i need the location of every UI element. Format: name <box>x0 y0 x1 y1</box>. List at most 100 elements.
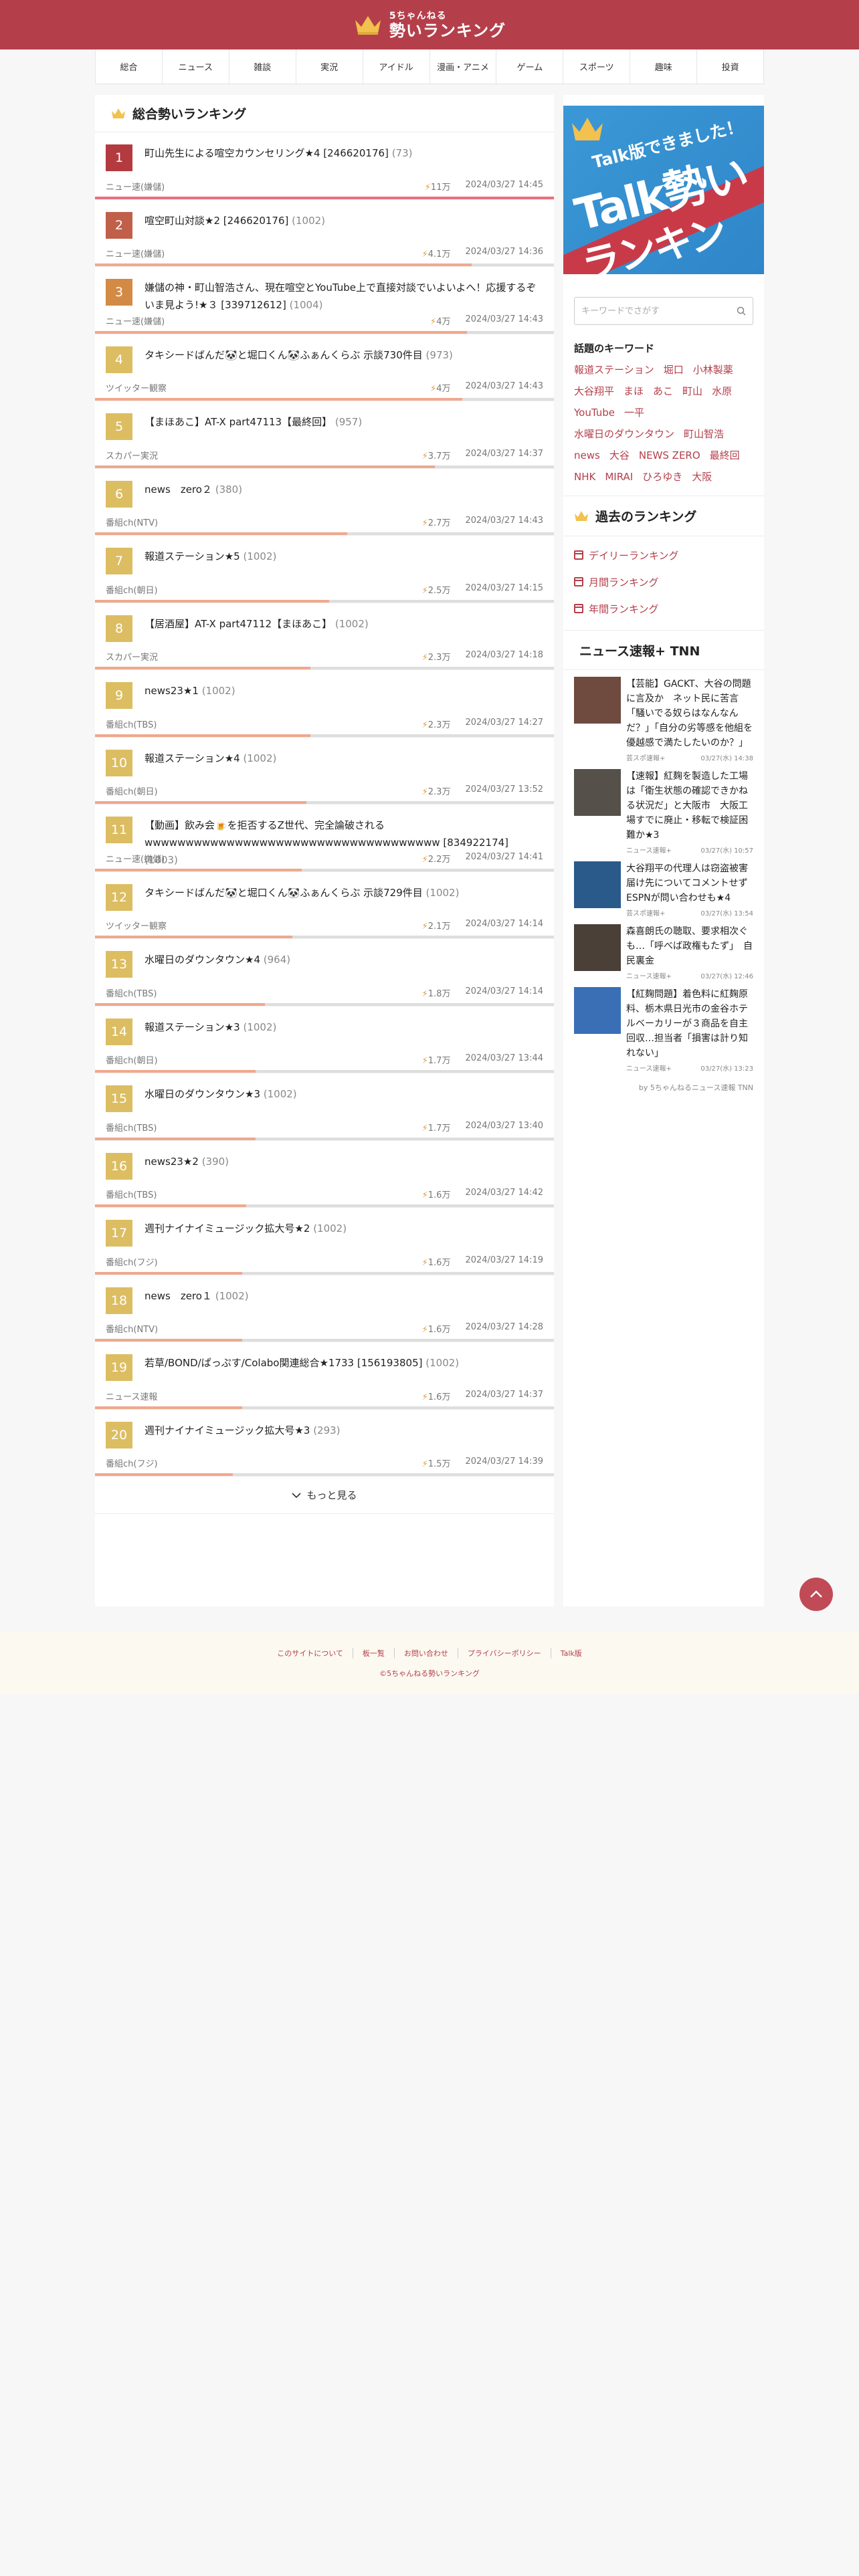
news-item[interactable]: 【紅麹問題】着色料に紅麹原料、栃木県日光市の金谷ホテルベーカリーが３商品を自主回… <box>563 980 764 1073</box>
keyword-link[interactable]: 町山 <box>682 381 702 402</box>
thread-title[interactable]: 水曜日のダウンタウン★4 (964) <box>145 951 541 968</box>
news-headline[interactable]: 大谷翔平の代理人は窃盗被害届け先についてコメントせず ESPNが問い合わせも★4 <box>626 861 757 905</box>
footer-link-boards[interactable]: 板一覧 <box>353 1648 395 1658</box>
board-name[interactable]: ツイッター観察 <box>106 381 167 394</box>
news-headline[interactable]: 【速報】紅麹を製造した工場は「衛生状態の確認できかねる状況だ」と大阪市 大阪工場… <box>626 769 753 843</box>
keyword-link[interactable]: 最終回 <box>710 445 740 466</box>
thread-title[interactable]: 報道ステーション★5 (1002) <box>145 548 541 565</box>
ranking-row[interactable]: 15 水曜日のダウンタウン★3 (1002) 番組ch(TBS) ⚡1.7万 2024/… <box>95 1073 554 1141</box>
thread-title[interactable]: 町山先生による喧空カウンセリング★4 [246620176] (73) <box>145 144 541 162</box>
thread-title[interactable]: 嫌儲の神・町山智浩さん、現在喧空とYouTube上で直接対談でいよいよへ！応援す… <box>145 279 541 314</box>
thread-title[interactable]: news zero２ (380) <box>145 481 541 498</box>
news-thumbnail[interactable] <box>574 924 621 971</box>
thread-title[interactable]: 若草/BOND/ぱっぷす/Colabo関連総合★1733 [156193805]… <box>145 1354 541 1372</box>
ranking-row[interactable]: 18 news zero１ (1002) 番組ch(NTV) ⚡1.6万 2024/03… <box>95 1275 554 1342</box>
news-thumbnail[interactable] <box>574 861 621 908</box>
ranking-row[interactable]: 6 news zero２ (380) 番組ch(NTV) ⚡2.7万 2024/03/2… <box>95 469 554 536</box>
nav-item-chat[interactable]: 雑談 <box>229 49 296 84</box>
news-item[interactable]: 【速報】紅麹を製造した工場は「衛生状態の確認できかねる状況だ」と大阪市 大阪工場… <box>563 762 764 855</box>
board-name[interactable]: ツイッター観察 <box>106 919 167 932</box>
thread-title[interactable]: 喧空町山対談★2 [246620176] (1002) <box>145 212 541 229</box>
ranking-row[interactable]: 11 【動画】飲み会🍺を拒否するZ世代、完全論破される wwwwwwwwwwwww… <box>95 804 554 872</box>
board-name[interactable]: ニュー速(嫌儲) <box>106 852 165 865</box>
thread-title[interactable]: 【まほあこ】AT-X part47113【最終回】 (957) <box>145 413 541 431</box>
board-name[interactable]: 番組ch(朝日) <box>106 583 158 596</box>
keyword-link[interactable]: 大谷翔平 <box>574 381 614 402</box>
thread-title[interactable]: 水曜日のダウンタウン★3 (1002) <box>145 1085 541 1103</box>
board-name[interactable]: 番組ch(TBS) <box>106 718 157 730</box>
nav-item-invest[interactable]: 投資 <box>697 49 765 84</box>
keyword-link[interactable]: NEWS ZERO <box>639 445 700 466</box>
keyword-link[interactable]: NHK <box>574 466 595 488</box>
ranking-row[interactable]: 5 【まほあこ】AT-X part47113【最終回】 (957) スカパー実況 ⚡3… <box>95 401 554 469</box>
talk-banner[interactable]: Talk版できました！ Talk勢い ランキング <box>563 106 764 274</box>
board-name[interactable]: 番組ch(フジ) <box>106 1255 158 1268</box>
news-thumbnail[interactable] <box>574 987 621 1034</box>
nav-item-general[interactable]: 総合 <box>95 49 163 84</box>
ranking-row[interactable]: 3 嫌儲の神・町山智浩さん、現在喧空とYouTube上で直接対談でいよいよへ！応援… <box>95 267 554 334</box>
thread-title[interactable]: タキシードばんだ🐼と堀口くん🐼ふぁんくらぶ 示談729件目 (1002) <box>145 884 541 901</box>
news-headline[interactable]: 【芸能】GACKT、大谷の問題に言及か ネット民に苦言「騒いでる奴らはなんなんだ… <box>626 677 753 750</box>
thread-title[interactable]: news23★2 (390) <box>145 1153 541 1170</box>
footer-link-talk[interactable]: Talk版 <box>551 1648 591 1658</box>
thread-title[interactable]: news zero１ (1002) <box>145 1287 541 1305</box>
more-button[interactable]: もっと見る <box>95 1477 554 1514</box>
ranking-row[interactable]: 13 水曜日のダウンタウン★4 (964) 番組ch(TBS) ⚡1.8万 2024/0… <box>95 939 554 1006</box>
news-item[interactable]: 森喜朗氏の聴取、要求相次ぐも…「呼べば政権もたず」 自民裏金 ニュース速報+ 03/… <box>563 918 764 980</box>
monthly-ranking-link[interactable]: 月間ランキング <box>574 568 753 595</box>
ranking-row[interactable]: 14 報道ステーション★3 (1002) 番組ch(朝日) ⚡1.7万 2024/03/… <box>95 1006 554 1073</box>
site-logo[interactable]: 5ちゃんねる 勢いランキング <box>389 11 506 39</box>
ranking-row[interactable]: 2 喧空町山対談★2 [246620176] (1002) ニュー速(嫌儲) ⚡4.1… <box>95 200 554 267</box>
news-item[interactable]: 【芸能】GACKT、大谷の問題に言及か ネット民に苦言「騒いでる奴らはなんなんだ… <box>563 670 764 762</box>
board-name[interactable]: ニュー速(嫌儲) <box>106 247 165 259</box>
nav-item-game[interactable]: ゲーム <box>496 49 564 84</box>
news-headline[interactable]: 【紅麹問題】着色料に紅麹原料、栃木県日光市の金谷ホテルベーカリーが３商品を自主回… <box>626 987 753 1061</box>
board-name[interactable]: 番組ch(朝日) <box>106 1053 158 1066</box>
keyword-link[interactable]: MIRAI <box>605 466 633 488</box>
news-thumbnail[interactable] <box>574 769 621 816</box>
thread-title[interactable]: 【居酒屋】AT-X part47112【まほあこ】 (1002) <box>145 615 541 633</box>
ranking-row[interactable]: 1 町山先生による喧空カウンセリング★4 [246620176] (73) ニュー速… <box>95 132 554 200</box>
news-headline[interactable]: 森喜朗氏の聴取、要求相次ぐも…「呼べば政権もたず」 自民裏金 <box>626 924 753 968</box>
thread-title[interactable]: 報道ステーション★4 (1002) <box>145 750 541 767</box>
keyword-link[interactable]: 一平 <box>624 402 644 423</box>
keyword-link[interactable]: まほ <box>624 381 644 402</box>
keyword-link[interactable]: ひろゆき <box>642 466 682 488</box>
board-name[interactable]: 番組ch(NTV) <box>106 516 158 528</box>
thread-title[interactable]: 週刊ナイナイミュージック拡大号★3 (293) <box>145 1422 541 1439</box>
board-name[interactable]: 番組ch(TBS) <box>106 1121 157 1134</box>
nav-item-live[interactable]: 実況 <box>296 49 363 84</box>
keyword-link[interactable]: 堀口 <box>664 359 684 381</box>
board-name[interactable]: ニュー速(嫌儲) <box>106 314 165 327</box>
board-name[interactable]: 番組ch(NTV) <box>106 1322 158 1335</box>
ranking-row[interactable]: 4 タキシードばんだ🐼と堀口くん🐼ふぁんくらぶ 示談730件目 (973) ツイッタ… <box>95 334 554 401</box>
ranking-row[interactable]: 12 タキシードばんだ🐼と堀口くん🐼ふぁんくらぶ 示談729件目 (1002) ツイ… <box>95 872 554 939</box>
ranking-row[interactable]: 20 週刊ナイナイミュージック拡大号★3 (293) 番組ch(フジ) ⚡1.5万 20… <box>95 1410 554 1477</box>
board-name[interactable]: ニュース速報 <box>106 1390 157 1402</box>
footer-link-about[interactable]: このサイトについて <box>268 1648 353 1658</box>
ranking-row[interactable]: 8 【居酒屋】AT-X part47112【まほあこ】 (1002) スカパー実況 ⚡… <box>95 603 554 670</box>
nav-item-manga-anime[interactable]: 漫画・アニメ <box>430 49 497 84</box>
yearly-ranking-link[interactable]: 年間ランキング <box>574 595 753 622</box>
footer-link-contact[interactable]: お問い合わせ <box>395 1648 458 1658</box>
board-name[interactable]: 番組ch(朝日) <box>106 784 158 797</box>
footer-link-privacy[interactable]: プライバシーポリシー <box>458 1648 551 1658</box>
ranking-row[interactable]: 16 news23★2 (390) 番組ch(TBS) ⚡1.6万 2024/03/27… <box>95 1141 554 1208</box>
nav-item-hobby[interactable]: 趣味 <box>630 49 698 84</box>
keyword-link[interactable]: 水曜日のダウンタウン <box>574 423 674 445</box>
board-name[interactable]: 番組ch(TBS) <box>106 986 157 999</box>
keyword-link[interactable]: 水原 <box>712 381 732 402</box>
ranking-row[interactable]: 17 週刊ナイナイミュージック拡大号★2 (1002) 番組ch(フジ) ⚡1.6万 2… <box>95 1208 554 1275</box>
keyword-link[interactable]: 小林製薬 <box>693 359 733 381</box>
thread-title[interactable]: 週刊ナイナイミュージック拡大号★2 (1002) <box>145 1220 541 1237</box>
nav-item-sports[interactable]: スポーツ <box>563 49 631 84</box>
news-item[interactable]: 大谷翔平の代理人は窃盗被害届け先についてコメントせず ESPNが問い合わせも★4… <box>563 855 764 918</box>
nav-item-idol[interactable]: アイドル <box>363 49 430 84</box>
board-name[interactable]: スカパー実況 <box>106 449 158 461</box>
board-name[interactable]: 番組ch(TBS) <box>106 1188 157 1200</box>
board-name[interactable]: スカパー実況 <box>106 650 158 663</box>
keyword-link[interactable]: 報道ステーション <box>574 359 654 381</box>
ranking-row[interactable]: 7 報道ステーション★5 (1002) 番組ch(朝日) ⚡2.5万 2024/03/2… <box>95 536 554 603</box>
keyword-link[interactable]: 町山智浩 <box>684 423 724 445</box>
news-thumbnail[interactable] <box>574 677 621 724</box>
